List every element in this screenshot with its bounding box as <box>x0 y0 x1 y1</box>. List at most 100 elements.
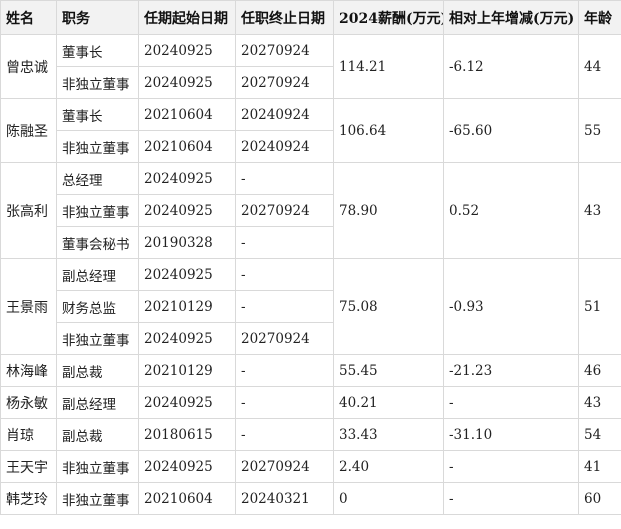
person-name: 张高利 <box>0 162 57 259</box>
role-start-date: 20240925 <box>138 450 236 483</box>
role-start-date: 20190328 <box>138 226 236 259</box>
role-start-date: 20210129 <box>138 354 236 387</box>
salary-2024: 0 <box>333 482 444 515</box>
header-age: 年龄 <box>578 0 621 35</box>
role-title: 副总裁 <box>56 418 139 451</box>
person-name: 曾忠诚 <box>0 34 57 99</box>
role-end-date: 20270924 <box>235 194 334 227</box>
salary-2024: 33.43 <box>333 418 444 451</box>
role-start-date: 20240925 <box>138 162 236 195</box>
role-title: 财务总监 <box>56 290 139 323</box>
role-start-date: 20210604 <box>138 482 236 515</box>
role-title: 总经理 <box>56 162 139 195</box>
role-title: 董事长 <box>56 34 139 67</box>
salary-2024: 106.64 <box>333 98 444 163</box>
salary-2024: 40.21 <box>333 386 444 419</box>
salary-2024: 75.08 <box>333 258 444 355</box>
role-end-date: - <box>235 386 334 419</box>
salary-change: -21.23 <box>443 354 579 387</box>
header-term-start: 任期起始日期 <box>138 0 236 35</box>
role-end-date: 20270924 <box>235 322 334 355</box>
role-title: 非独立董事 <box>56 450 139 483</box>
table-row: 王景雨 副总经理 20240925-75.08 -0.93 51 <box>0 258 621 355</box>
role-start-date: 20240925 <box>138 194 236 227</box>
salary-change: -65.60 <box>443 98 579 163</box>
salary-2024: 78.90 <box>333 162 444 259</box>
role-title: 副总经理 <box>56 386 139 419</box>
header-salary-2024: 2024薪酬(万元) <box>333 0 444 35</box>
person-name: 杨永敏 <box>0 386 57 419</box>
role-end-date: - <box>235 162 334 195</box>
table-row: 韩芝玲 非独立董事 20210604 20240321 0-60 <box>0 482 621 515</box>
role-end-date: 20240321 <box>235 482 334 515</box>
role-end-date: 20240924 <box>235 130 334 163</box>
role-start-date: 20240925 <box>138 34 236 67</box>
executive-compensation-table: 姓名 职务 任期起始日期 任职终止日期 2024薪酬(万元) 相对上年增减(万元… <box>0 0 621 515</box>
role-start-date: 20240925 <box>138 66 236 99</box>
role-start-date: 20240925 <box>138 386 236 419</box>
role-end-date: - <box>235 418 334 451</box>
role-start-date: 20240925 <box>138 258 236 291</box>
role-title: 非独立董事 <box>56 322 139 355</box>
role-end-date: 20270924 <box>235 34 334 67</box>
table-row: 张高利 总经理 20240925-78.90 0.52 43 <box>0 162 621 259</box>
table-row: 林海峰 副总裁 20210129-55.45 -21.23 46 <box>0 354 621 387</box>
role-start-date: 20210129 <box>138 290 236 323</box>
header-term-end: 任职终止日期 <box>235 0 334 35</box>
role-start-date: 20210604 <box>138 98 236 131</box>
salary-change: -31.10 <box>443 418 579 451</box>
role-start-date: 20210604 <box>138 130 236 163</box>
person-age: 51 <box>578 258 621 355</box>
person-age: 60 <box>578 482 621 515</box>
role-title: 非独立董事 <box>56 194 139 227</box>
salary-2024: 55.45 <box>333 354 444 387</box>
person-age: 43 <box>578 162 621 259</box>
role-title: 董事长 <box>56 98 139 131</box>
person-name: 肖琼 <box>0 418 57 451</box>
table-row: 肖琼 副总裁 20180615-33.43 -31.10 54 <box>0 418 621 451</box>
salary-change: - <box>443 482 579 515</box>
role-end-date: 20240924 <box>235 98 334 131</box>
person-age: 54 <box>578 418 621 451</box>
header-yoy-change: 相对上年增减(万元) <box>443 0 579 35</box>
role-title: 非独立董事 <box>56 66 139 99</box>
salary-change: 0.52 <box>443 162 579 259</box>
header-name: 姓名 <box>0 0 57 35</box>
person-age: 41 <box>578 450 621 483</box>
salary-2024: 2.40 <box>333 450 444 483</box>
role-start-date: 20240925 <box>138 322 236 355</box>
person-age: 44 <box>578 34 621 99</box>
role-end-date: - <box>235 290 334 323</box>
table-row: 杨永敏 副总经理 20240925-40.21-43 <box>0 386 621 419</box>
person-age: 46 <box>578 354 621 387</box>
salary-change: - <box>443 386 579 419</box>
role-title: 董事会秘书 <box>56 226 139 259</box>
salary-change: - <box>443 450 579 483</box>
role-title: 非独立董事 <box>56 482 139 515</box>
salary-2024: 114.21 <box>333 34 444 99</box>
salary-change: -0.93 <box>443 258 579 355</box>
role-title: 非独立董事 <box>56 130 139 163</box>
person-name: 林海峰 <box>0 354 57 387</box>
table-row: 曾忠诚 董事长 20240925 20270924 114.21 -6.12 44 <box>0 34 621 99</box>
table-header-row: 姓名 职务 任期起始日期 任职终止日期 2024薪酬(万元) 相对上年增减(万元… <box>0 0 621 35</box>
header-position: 职务 <box>56 0 139 35</box>
person-name: 王景雨 <box>0 258 57 355</box>
table-body: 曾忠诚 董事长 20240925 20270924 114.21 -6.12 44 非独立董事… <box>0 34 621 515</box>
person-age: 43 <box>578 386 621 419</box>
role-end-date: 20270924 <box>235 66 334 99</box>
role-start-date: 20180615 <box>138 418 236 451</box>
person-name: 王天宇 <box>0 450 57 483</box>
role-end-date: 20270924 <box>235 450 334 483</box>
role-end-date: - <box>235 226 334 259</box>
role-title: 副总裁 <box>56 354 139 387</box>
role-end-date: - <box>235 258 334 291</box>
table-row: 陈融圣 董事长 20210604 20240924 106.64 -65.60 55 <box>0 98 621 163</box>
salary-change: -6.12 <box>443 34 579 99</box>
person-name: 韩芝玲 <box>0 482 57 515</box>
role-end-date: - <box>235 354 334 387</box>
role-title: 副总经理 <box>56 258 139 291</box>
person-name: 陈融圣 <box>0 98 57 163</box>
table-row: 王天宇 非独立董事 20240925 20270924 2.40-41 <box>0 450 621 483</box>
person-age: 55 <box>578 98 621 163</box>
